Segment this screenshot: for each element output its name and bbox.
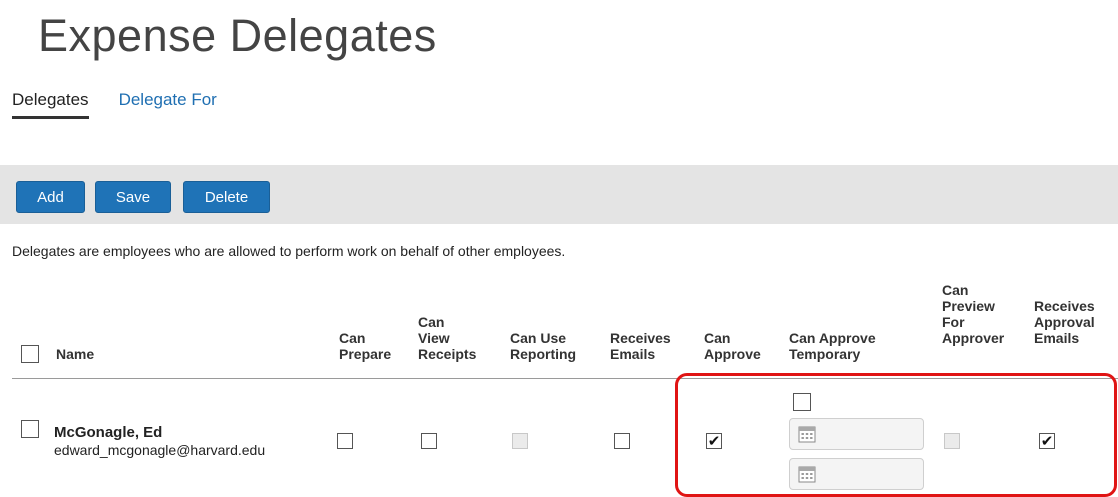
toolbar: Add Save Delete	[0, 165, 1118, 224]
column-header-can-approve-temporary: Can Approve Temporary	[789, 330, 876, 362]
column-header-name: Name	[56, 346, 95, 362]
can-approve-temporary-checkbox[interactable]	[793, 393, 811, 411]
row-select-checkbox[interactable]	[21, 420, 39, 438]
tab-delegates[interactable]: Delegates	[12, 90, 89, 119]
tab-bar: Delegates Delegate For	[12, 90, 247, 119]
can-view-receipts-checkbox[interactable]	[421, 433, 437, 449]
calendar-icon[interactable]	[798, 465, 816, 483]
can-prepare-checkbox[interactable]	[337, 433, 353, 449]
calendar-icon[interactable]	[798, 425, 816, 443]
temporary-end-date-field[interactable]	[789, 458, 924, 490]
checkmark-icon: ✔	[1040, 432, 1054, 450]
temporary-start-date-field[interactable]	[789, 418, 924, 450]
add-button[interactable]: Add	[16, 181, 85, 213]
column-header-receives-emails: Receives Emails	[610, 330, 671, 362]
can-use-reporting-checkbox	[512, 433, 528, 449]
tab-delegate-for[interactable]: Delegate For	[119, 90, 217, 119]
column-header-can-use-reporting: Can Use Reporting	[510, 330, 577, 362]
page-title: Expense Delegates	[38, 10, 437, 61]
column-header-can-view-receipts: Can View Receipts	[418, 314, 477, 362]
column-header-can-preview-for-approver: Can Preview For Approver	[942, 282, 1005, 346]
can-preview-for-approver-checkbox	[944, 433, 960, 449]
column-header-can-prepare: Can Prepare	[339, 330, 392, 362]
delegate-email: edward_mcgonagle@harvard.edu	[54, 442, 266, 458]
delete-button[interactable]: Delete	[183, 181, 270, 213]
receives-approval-emails-checkbox[interactable]: ✔	[1039, 433, 1055, 449]
column-header-receives-approval-emails: Receives Approval Emails	[1034, 298, 1095, 346]
header-divider	[12, 378, 1118, 379]
delegates-description: Delegates are employees who are allowed …	[12, 243, 566, 259]
save-button[interactable]: Save	[95, 181, 171, 213]
can-approve-checkbox[interactable]: ✔	[706, 433, 722, 449]
delegate-name: McGonagle, Ed	[54, 424, 163, 441]
checkmark-icon: ✔	[707, 432, 721, 450]
select-all-checkbox[interactable]	[21, 345, 39, 363]
column-header-can-approve: Can Approve	[704, 330, 761, 362]
receives-emails-checkbox[interactable]	[614, 433, 630, 449]
